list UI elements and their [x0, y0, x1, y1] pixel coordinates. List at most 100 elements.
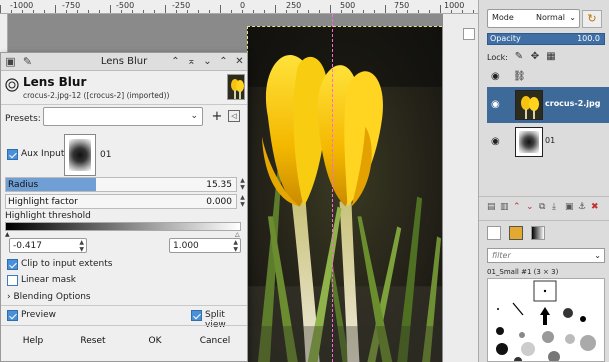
anchor-icon[interactable]: ⚓ — [578, 202, 586, 212]
chevron-down-icon: ⌄ — [569, 13, 576, 22]
ruler-tick — [165, 5, 166, 13]
duplicate-layer-icon[interactable]: ⧉ — [539, 202, 545, 212]
preview-label: Preview — [21, 310, 57, 320]
mode-dropdown[interactable]: Mode Normal ⌄ — [487, 9, 580, 28]
radius-slider[interactable]: Radius 15.35 — [5, 177, 237, 192]
gradients-tab[interactable] — [531, 226, 545, 240]
merge-down-icon[interactable]: ⤓ — [552, 202, 556, 212]
radius-stepper[interactable]: ▲ ▼ — [238, 177, 247, 192]
ruler-tick — [319, 10, 320, 13]
lock-pixels-icon[interactable]: ✎ — [513, 51, 525, 63]
navigate-icon[interactable] — [463, 28, 475, 40]
reset-button[interactable]: Reset — [73, 332, 113, 350]
cancel-button[interactable]: Cancel — [195, 332, 235, 350]
high-handle-icon[interactable]: △ — [235, 231, 240, 238]
image-thumbnail — [227, 74, 245, 100]
help-button[interactable]: Help — [13, 332, 53, 350]
opacity-value: 100.0 — [577, 34, 600, 43]
crocus-photo — [248, 27, 442, 362]
ruler-tick — [385, 5, 386, 13]
ruler-tick — [352, 10, 353, 13]
presets-menu-button[interactable]: ◁ — [228, 110, 240, 122]
highlight-factor-slider[interactable]: Highlight factor 0.000 — [5, 194, 237, 209]
blending-options-expander[interactable]: › Blending Options — [7, 292, 91, 302]
close-icon[interactable]: ✕ — [233, 55, 246, 68]
keep-above-icon[interactable]: ⌃ — [169, 55, 182, 68]
ruler-tick — [187, 10, 188, 13]
new-layer-group-icon[interactable]: ▤ — [487, 202, 496, 212]
brush-name: 01_Small #1 (3 × 3) — [487, 268, 559, 276]
layer-row[interactable]: ◉ 01 — [487, 124, 609, 160]
lower-layer-icon[interactable]: ⌄ — [526, 202, 534, 212]
clip-to-input-checkbox[interactable] — [7, 259, 18, 270]
ruler-tick — [418, 10, 419, 13]
ruler-tick — [330, 5, 331, 13]
ruler-tick — [77, 10, 78, 13]
eye-icon[interactable]: ◉ — [491, 99, 500, 110]
reset-mode-icon[interactable]: ↻ — [582, 10, 602, 28]
split-view-guide[interactable] — [332, 14, 333, 362]
lens-blur-dialog: ▣ ✎ Lens Blur ⌃ ⌅ ⌄ ⌃ ✕ Lens Blur crocus… — [0, 52, 248, 362]
low-handle-icon[interactable]: ▲ — [5, 231, 10, 238]
aux-input-checkbox[interactable] — [7, 149, 18, 160]
brush-filter-placeholder: filter — [492, 251, 511, 260]
aux-input-thumbnail[interactable] — [64, 134, 96, 176]
brush-grid[interactable] — [487, 278, 605, 362]
threshold-high-spinner[interactable]: 1.000 ▲ ▼ — [169, 238, 241, 253]
layers-actions: ▤ ▥ ⌃ ⌄ ⧉ ⤓ ▣ ⚓ ✖ — [487, 202, 609, 214]
eye-icon[interactable]: ◉ — [491, 136, 500, 147]
opacity-slider[interactable]: Opacity 100.0 — [487, 33, 605, 45]
ruler-tick — [132, 10, 133, 13]
linear-mask-checkbox[interactable] — [7, 275, 18, 286]
top-ruler: -1000 -750 -500 -250 0 250 500 750 1000 — [0, 0, 478, 14]
divider — [479, 220, 609, 221]
shade-icon[interactable]: ⌅ — [185, 55, 198, 68]
raise-layer-icon[interactable]: ⌃ — [513, 202, 521, 212]
highlight-factor-stepper[interactable]: ▲ ▼ — [238, 194, 247, 209]
ruler-tick — [176, 10, 177, 13]
threshold-low-spinner[interactable]: -0.417 ▲ ▼ — [9, 238, 87, 253]
stepper-icon[interactable]: ▲ ▼ — [79, 239, 84, 253]
presets-label: Presets: — [5, 114, 41, 124]
ruler-label: 500 — [340, 1, 356, 10]
stepper-icon[interactable]: ▲ ▼ — [233, 239, 238, 253]
ruler-tick — [308, 10, 309, 13]
mode-label: Mode — [492, 13, 514, 22]
lock-position-icon[interactable]: ✥ — [529, 51, 541, 63]
patterns-tab[interactable] — [509, 226, 523, 240]
aux-input-value: 01 — [100, 150, 112, 160]
image-canvas[interactable] — [247, 26, 442, 362]
chevron-down-icon: ⌄ — [190, 111, 198, 121]
presets-dropdown[interactable]: ⌄ — [43, 107, 203, 126]
ruler-tick — [22, 10, 23, 13]
split-view-checkbox[interactable] — [191, 310, 202, 321]
filter-header: Lens Blur crocus-2.jpg-12 ([crocus-2] (i… — [1, 72, 247, 104]
maximize-icon[interactable]: ⌃ — [217, 55, 230, 68]
clip-to-input-label: Clip to input extents — [21, 259, 113, 269]
filter-subtitle: crocus-2.jpg-12 ([crocus-2] (imported)) — [23, 91, 170, 100]
ruler-tick — [44, 10, 45, 13]
layer-mask-icon[interactable]: ▣ — [565, 202, 574, 212]
lock-alpha-icon[interactable]: ▦ — [545, 51, 557, 63]
ruler-tick — [231, 10, 232, 13]
chain-header-icon: ⛓ — [513, 71, 526, 82]
add-preset-button[interactable]: + — [210, 108, 224, 125]
preview-checkbox[interactable] — [7, 310, 18, 321]
minimize-icon[interactable]: ⌄ — [201, 55, 214, 68]
canvas-area[interactable]: -1000 -750 -500 -250 0 250 500 750 1000 — [0, 0, 478, 362]
dialog-titlebar[interactable]: ▣ ✎ Lens Blur ⌃ ⌅ ⌄ ⌃ ✕ — [1, 53, 247, 71]
ruler-tick — [220, 5, 221, 13]
brushes-tab[interactable] — [487, 226, 501, 240]
threshold-gradient[interactable] — [5, 222, 241, 231]
mode-value: Normal — [536, 13, 565, 22]
brush-filter-input[interactable]: filter ⌄ — [487, 248, 605, 263]
threshold-handles[interactable]: ▲ △ — [5, 231, 241, 238]
filter-name: Lens Blur — [23, 75, 87, 89]
layer-row[interactable]: ◉ crocus-2.jpg — [487, 87, 609, 123]
new-layer-icon[interactable]: ▥ — [500, 202, 509, 212]
ok-button[interactable]: OK — [135, 332, 175, 350]
ruler-label: -1000 — [10, 1, 34, 10]
delete-layer-icon[interactable]: ✖ — [591, 202, 599, 212]
layers-header: ◉ ⛓ — [487, 71, 607, 85]
ruler-tick — [253, 10, 254, 13]
